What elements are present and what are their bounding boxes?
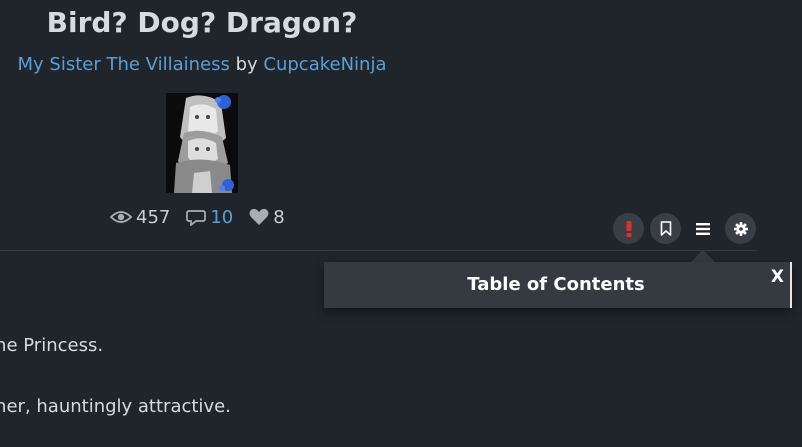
comments-count[interactable]: 10 (210, 207, 233, 228)
toc-panel-pointer (691, 250, 715, 262)
likes-count: 8 (273, 206, 285, 228)
cover-image[interactable] (166, 93, 238, 193)
comments-stat[interactable]: 10 (186, 207, 233, 228)
exclamation-icon (626, 220, 631, 237)
report-button[interactable] (613, 213, 644, 244)
eye-icon (110, 211, 132, 223)
chapter-title: Bird? Dog? Dragon? (46, 6, 358, 39)
views-stat: 457 (110, 207, 170, 228)
story-title-link[interactable]: My Sister The Villainess (18, 54, 230, 75)
chapter-byline: My Sister The Villainess by CupcakeNinja (0, 54, 404, 75)
story-text-line: the Princess. (0, 335, 104, 356)
bookmark-button[interactable] (650, 213, 681, 244)
header-divider (0, 250, 757, 251)
toc-close-button[interactable]: X (771, 267, 784, 287)
cover-art (166, 93, 238, 193)
comment-icon (186, 209, 207, 226)
views-count: 457 (136, 206, 171, 228)
bookmark-icon (660, 221, 671, 236)
list-icon (695, 222, 710, 235)
heart-icon (249, 208, 269, 225)
author-link[interactable]: CupcakeNinja (263, 54, 386, 75)
table-of-contents-panel: Table of Contents X (324, 262, 792, 308)
toc-title: Table of Contents (467, 274, 645, 295)
gear-icon (733, 221, 748, 236)
chapter-stats: 457 10 8 (110, 205, 301, 229)
settings-button[interactable] (725, 213, 756, 244)
by-text: by (235, 54, 258, 75)
table-of-contents-button[interactable] (687, 213, 718, 244)
story-text-line: ther, hauntingly attractive. (0, 396, 231, 417)
likes-stat: 8 (249, 206, 285, 228)
